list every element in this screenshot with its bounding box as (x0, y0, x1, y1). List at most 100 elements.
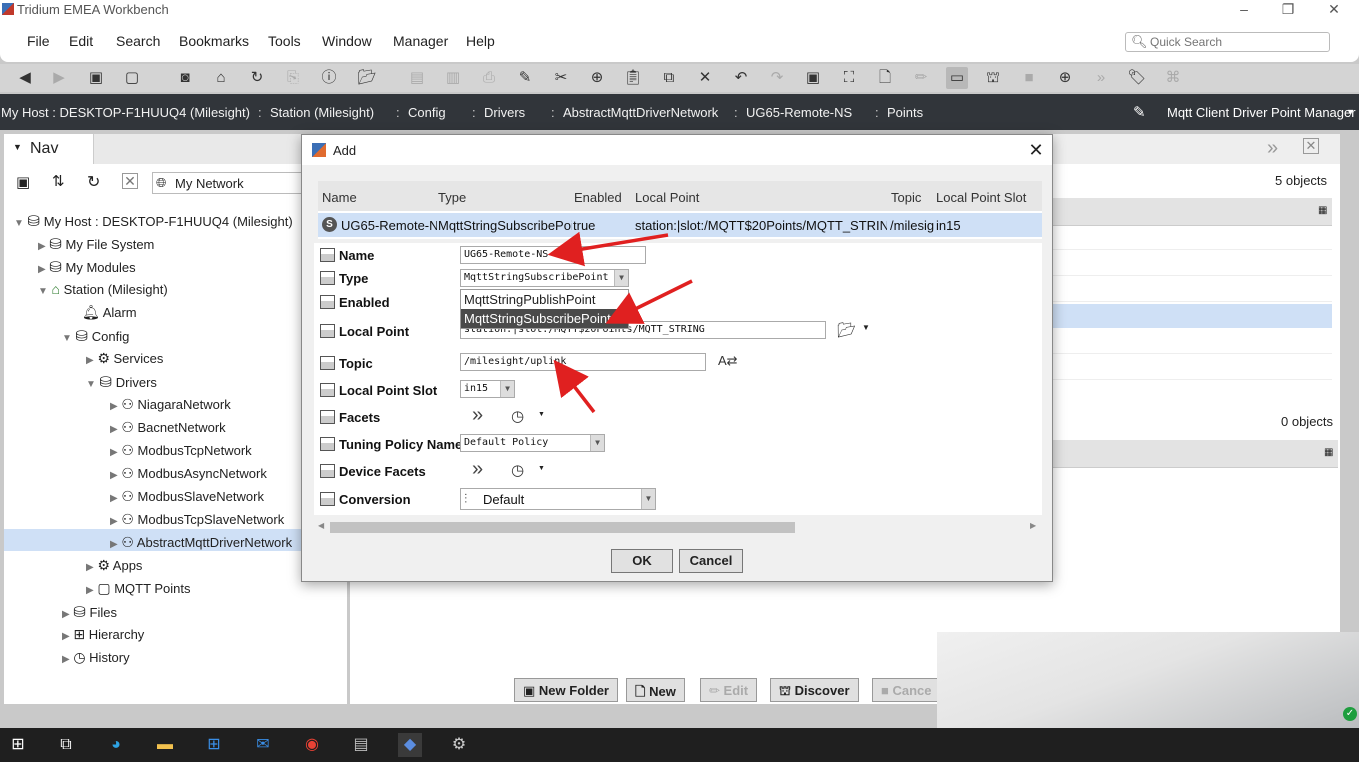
tree-item-alarm[interactable]: 🔔︎ Alarm (82, 304, 137, 321)
expand-icon[interactable]: » (1267, 137, 1278, 160)
column-type[interactable]: Type (438, 190, 466, 205)
cut-icon[interactable]: ✂ (550, 67, 572, 89)
tree-item-file-system[interactable]: ▶ ⛁ My File System (38, 235, 154, 253)
tree-item-host[interactable]: ▼ ⛁ My Host : DESKTOP-F1HUUQ4 (Milesight… (14, 212, 293, 230)
text-format-icon[interactable]: A⇄ (718, 353, 738, 369)
file-explorer-icon[interactable]: ▬ (153, 733, 177, 757)
table-row[interactable] (1050, 226, 1332, 250)
workbench-taskbar-icon[interactable]: ◆ (398, 733, 422, 757)
delete-icon[interactable]: ✕ (694, 67, 716, 89)
chevron-down-icon[interactable]: ▼ (538, 465, 545, 472)
cancel-button[interactable]: Cancel (679, 549, 743, 573)
clock-icon[interactable]: ◷ (511, 461, 524, 479)
crumb-points[interactable]: Points (887, 105, 923, 120)
column-local-point[interactable]: Local Point (635, 190, 699, 205)
back-icon[interactable]: ◀ (14, 67, 36, 89)
tag-icon[interactable]: 🏷︎ (1126, 67, 1148, 89)
new-folder-icon[interactable]: ▣ (802, 67, 824, 89)
window-view-icon[interactable]: ▭ (946, 67, 968, 89)
device-facets-expand-icon[interactable]: » (472, 458, 483, 481)
new-button[interactable]: 🗋︎ New (626, 678, 685, 702)
local-point-slot-select[interactable]: in15 ▼ (460, 380, 515, 398)
edit-button[interactable]: ✏︎ Edit (700, 678, 758, 702)
chevron-down-icon[interactable]: ▼ (862, 323, 870, 332)
new-tab-icon[interactable]: ▢ (121, 67, 143, 89)
table-row[interactable] (1050, 278, 1332, 302)
chevron-down-icon[interactable]: ▼ (1346, 107, 1355, 117)
sync-icon[interactable]: ⇅ (52, 172, 65, 190)
undo-icon[interactable]: ↶ (730, 67, 752, 89)
chevron-down-icon[interactable]: ▼ (538, 411, 545, 418)
type-option-subscribe[interactable]: MqttStringSubscribePoint (461, 309, 628, 328)
refresh-icon[interactable]: ↻ (246, 67, 268, 89)
name-field[interactable]: UG65-Remote-NS (460, 246, 646, 264)
quick-search-input[interactable] (1150, 34, 1326, 50)
table-row[interactable] (1050, 330, 1332, 354)
tree-item-drivers[interactable]: ▼ ⛁ Drivers (86, 373, 157, 391)
link-icon[interactable]: ⛶ (838, 67, 860, 89)
menu-tools[interactable]: Tools (268, 33, 301, 49)
chrome-icon[interactable]: ◉ (300, 733, 324, 757)
add-circle-icon[interactable]: ⊕ (1054, 67, 1076, 89)
refresh-frame-icon[interactable]: ◙ (174, 67, 196, 89)
facets-expand-icon[interactable]: » (472, 404, 483, 427)
tree-item-services[interactable]: ▶ ⚙︎ Services (86, 350, 163, 367)
dialog-close-button[interactable]: ✕ (1024, 139, 1048, 161)
close-icon[interactable]: ✕ (122, 173, 138, 189)
quick-search[interactable]: 🔍︎ (1125, 32, 1330, 52)
mail-icon[interactable]: ✉ (251, 733, 275, 757)
menu-bookmarks[interactable]: Bookmarks (179, 33, 249, 49)
menu-help[interactable]: Help (466, 33, 495, 49)
tree-item-config[interactable]: ▼ ⛁ Config (62, 327, 129, 345)
view-selector[interactable]: Mqtt Client Driver Point Manager (1167, 105, 1356, 120)
menu-search[interactable]: Search (116, 33, 160, 49)
pencil-icon[interactable]: ✏︎ (910, 67, 932, 89)
devices-icon[interactable]: ⛫ (982, 67, 1004, 89)
tags-icon[interactable]: ⌘ (1162, 67, 1184, 89)
tree-item-niagara-network[interactable]: ▶ ⚇ NiagaraNetwork (110, 396, 231, 413)
edge-browser-icon[interactable]: ◕ (104, 733, 128, 757)
tree-item-modbus-slave-network[interactable]: ▶ ⚇ ModbusSlaveNetwork (110, 488, 264, 505)
clipboard-icon[interactable]: 📋︎ (622, 67, 644, 89)
crumb-config[interactable]: Config (408, 105, 446, 120)
crumb-drivers[interactable]: Drivers (484, 105, 525, 120)
horizontal-scrollbar[interactable]: ◀ ▶ (318, 519, 1040, 535)
scrollbar-thumb[interactable] (330, 522, 795, 533)
settings-gear-icon[interactable]: ⚙︎ (447, 733, 471, 757)
tree-item-modbus-tcp-slave-network[interactable]: ▶ ⚇ ModbusTcpSlaveNetwork (110, 511, 284, 528)
refresh-icon[interactable]: ↻ (87, 172, 100, 192)
crumb-station[interactable]: Station (Milesight) (270, 105, 374, 120)
forward-icon[interactable]: ▶ (48, 67, 70, 89)
conversion-select[interactable]: ⫶ Default ▼ (460, 488, 656, 510)
column-name[interactable]: Name (322, 190, 357, 205)
crumb-device[interactable]: UG65-Remote-NS (746, 105, 852, 120)
folder-icon[interactable]: 📂︎ (837, 321, 856, 339)
close-panel-icon[interactable]: ✕ (1303, 138, 1319, 154)
tree-item-mqtt-points[interactable]: ▶ ▢ MQTT Points (86, 580, 191, 597)
forward-double-icon[interactable]: » (1090, 67, 1112, 89)
windows-start-icon[interactable]: ⊞ (6, 733, 30, 757)
scroll-right-icon[interactable]: ▶ (1030, 521, 1036, 530)
scroll-left-icon[interactable]: ◀ (318, 521, 324, 530)
column-enabled[interactable]: Enabled (574, 190, 622, 205)
type-select[interactable]: MqttStringSubscribePoint ▼ (460, 269, 629, 287)
maximize-button[interactable]: ❐ (1268, 0, 1308, 20)
discover-button[interactable]: ⛫ Discover (770, 678, 859, 702)
tree-item-bacnet-network[interactable]: ▶ ⚇ BacnetNetwork (110, 419, 226, 436)
tab-nav[interactable]: ▼ Nav (4, 134, 94, 164)
menu-window[interactable]: Window (322, 33, 372, 49)
new-doc-icon[interactable]: 🗋︎ (874, 67, 896, 89)
crumb-host[interactable]: My Host : DESKTOP-F1HUUQ4 (Milesight) (1, 105, 250, 120)
table-row[interactable] (1050, 252, 1332, 276)
tuning-policy-select[interactable]: Default Policy ▼ (460, 434, 605, 452)
copy-doc-icon[interactable]: ⎘ (282, 67, 304, 89)
store-icon[interactable]: ⊞ (202, 733, 226, 757)
column-topic[interactable]: Topic (891, 190, 921, 205)
tree-item-files[interactable]: ▶ ⛁ Files (62, 603, 117, 621)
column-local-point-slot[interactable]: Local Point Slot (936, 190, 1026, 205)
save-all-icon[interactable]: ▥ (442, 67, 464, 89)
crumb-network[interactable]: AbstractMqttDriverNetwork (563, 105, 718, 120)
table-row[interactable] (1050, 356, 1332, 380)
column-chooser-icon[interactable]: ▦ (1324, 447, 1333, 458)
close-window-button[interactable]: ✕ (1314, 0, 1354, 20)
